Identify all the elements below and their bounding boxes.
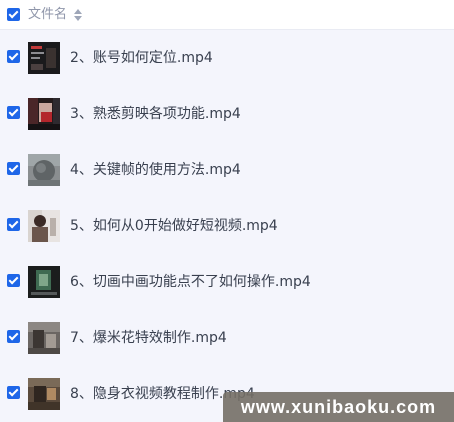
file-checkbox[interactable] (7, 50, 20, 63)
file-row[interactable]: 5、如何从0开始做好短视频.mp4 (0, 198, 454, 254)
file-row[interactable]: 3、熟悉剪映各项功能.mp4 (0, 86, 454, 142)
file-name[interactable]: 7、爆米花特效制作.mp4 (70, 328, 227, 348)
file-name[interactable]: 6、切画中画功能点不了如何操作.mp4 (70, 272, 311, 292)
video-thumbnail (28, 378, 60, 410)
watermark-banner: www.xunibaoku.com (223, 392, 454, 422)
file-row[interactable]: 6、切画中画功能点不了如何操作.mp4 (0, 254, 454, 310)
video-thumbnail (28, 210, 60, 242)
file-name[interactable]: 4、关键帧的使用方法.mp4 (70, 160, 241, 180)
video-thumbnail (28, 42, 60, 74)
select-all-checkbox[interactable] (7, 8, 20, 21)
file-name[interactable]: 3、熟悉剪映各项功能.mp4 (70, 104, 241, 124)
file-name[interactable]: 2、账号如何定位.mp4 (70, 48, 213, 68)
file-list: 文件名 2、账号如何定位.mp4 3、熟悉剪映各项功能.mp4 4、关键帧的使用… (0, 0, 454, 422)
sort-icon[interactable] (74, 9, 82, 21)
video-thumbnail (28, 154, 60, 186)
file-name[interactable]: 5、如何从0开始做好短视频.mp4 (70, 216, 278, 236)
file-checkbox[interactable] (7, 106, 20, 119)
file-checkbox[interactable] (7, 162, 20, 175)
column-header-filename[interactable]: 文件名 (28, 6, 67, 24)
file-row[interactable]: 7、爆米花特效制作.mp4 (0, 310, 454, 366)
video-thumbnail (28, 322, 60, 354)
file-checkbox[interactable] (7, 386, 20, 399)
file-row[interactable]: 2、账号如何定位.mp4 (0, 30, 454, 86)
file-checkbox[interactable] (7, 274, 20, 287)
watermark-text: www.xunibaoku.com (240, 397, 437, 417)
file-list-header: 文件名 (0, 0, 454, 30)
video-thumbnail (28, 266, 60, 298)
file-checkbox[interactable] (7, 330, 20, 343)
file-row[interactable]: 4、关键帧的使用方法.mp4 (0, 142, 454, 198)
video-thumbnail (28, 98, 60, 130)
file-checkbox[interactable] (7, 218, 20, 231)
